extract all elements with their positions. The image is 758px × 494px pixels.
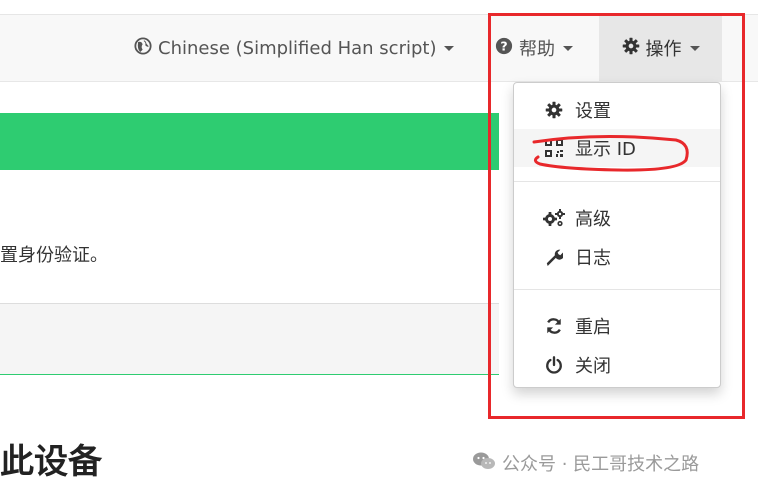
section-heading: 此设备 bbox=[0, 442, 102, 482]
menu-item-settings[interactable]: 设置 bbox=[514, 91, 720, 129]
wrench-icon bbox=[543, 248, 565, 266]
language-menu[interactable]: Chinese (Simplified Han script) bbox=[134, 15, 455, 81]
menu-item-label: 设置 bbox=[575, 101, 611, 122]
menu-item-label: 重启 bbox=[575, 317, 611, 338]
gear-icon bbox=[543, 101, 565, 119]
menu-item-advanced[interactable]: 高级 bbox=[514, 199, 720, 237]
panel-footer bbox=[0, 303, 499, 375]
menu-item-restart[interactable]: 重启 bbox=[514, 307, 720, 345]
menu-divider bbox=[514, 289, 720, 290]
globe-icon bbox=[134, 36, 152, 60]
status-banner bbox=[0, 113, 499, 170]
watermark-text: 公众号 · 民工哥技术之路 bbox=[502, 454, 700, 475]
help-label: 帮助 bbox=[519, 39, 555, 60]
watermark: 公众号 · 民工哥技术之路 bbox=[472, 450, 699, 476]
actions-dropdown: 设置 显示 ID 高级 日志 重启 关闭 bbox=[513, 82, 721, 388]
navbar: Chinese (Simplified Han script) ? 帮助 操作 bbox=[0, 15, 758, 82]
chevron-down-icon bbox=[689, 45, 700, 51]
menu-divider bbox=[514, 181, 720, 182]
question-circle-icon: ? bbox=[495, 37, 513, 60]
power-icon bbox=[543, 356, 565, 374]
wechat-icon bbox=[472, 451, 496, 476]
menu-item-label: 日志 bbox=[575, 248, 611, 269]
menu-item-shutdown[interactable]: 关闭 bbox=[514, 346, 720, 384]
cogs-icon bbox=[543, 209, 565, 227]
gear-icon bbox=[622, 37, 640, 60]
chevron-down-icon bbox=[563, 45, 573, 51]
menu-item-label: 显示 ID bbox=[575, 139, 636, 160]
body-text: 置身份验证。 bbox=[0, 245, 108, 266]
refresh-icon bbox=[543, 317, 565, 335]
top-strip bbox=[0, 0, 758, 15]
actions-menu[interactable]: 操作 bbox=[599, 15, 722, 81]
menu-item-label: 关闭 bbox=[575, 356, 611, 377]
language-label: Chinese (Simplified Han script) bbox=[158, 37, 437, 59]
menu-item-label: 高级 bbox=[575, 209, 611, 230]
svg-text:?: ? bbox=[500, 38, 507, 53]
menu-item-show-id[interactable]: 显示 ID bbox=[514, 129, 720, 167]
help-menu[interactable]: ? 帮助 bbox=[495, 15, 573, 81]
actions-label: 操作 bbox=[645, 39, 682, 60]
menu-item-logs[interactable]: 日志 bbox=[514, 238, 720, 276]
chevron-down-icon bbox=[444, 45, 455, 51]
qrcode-icon bbox=[543, 139, 565, 157]
